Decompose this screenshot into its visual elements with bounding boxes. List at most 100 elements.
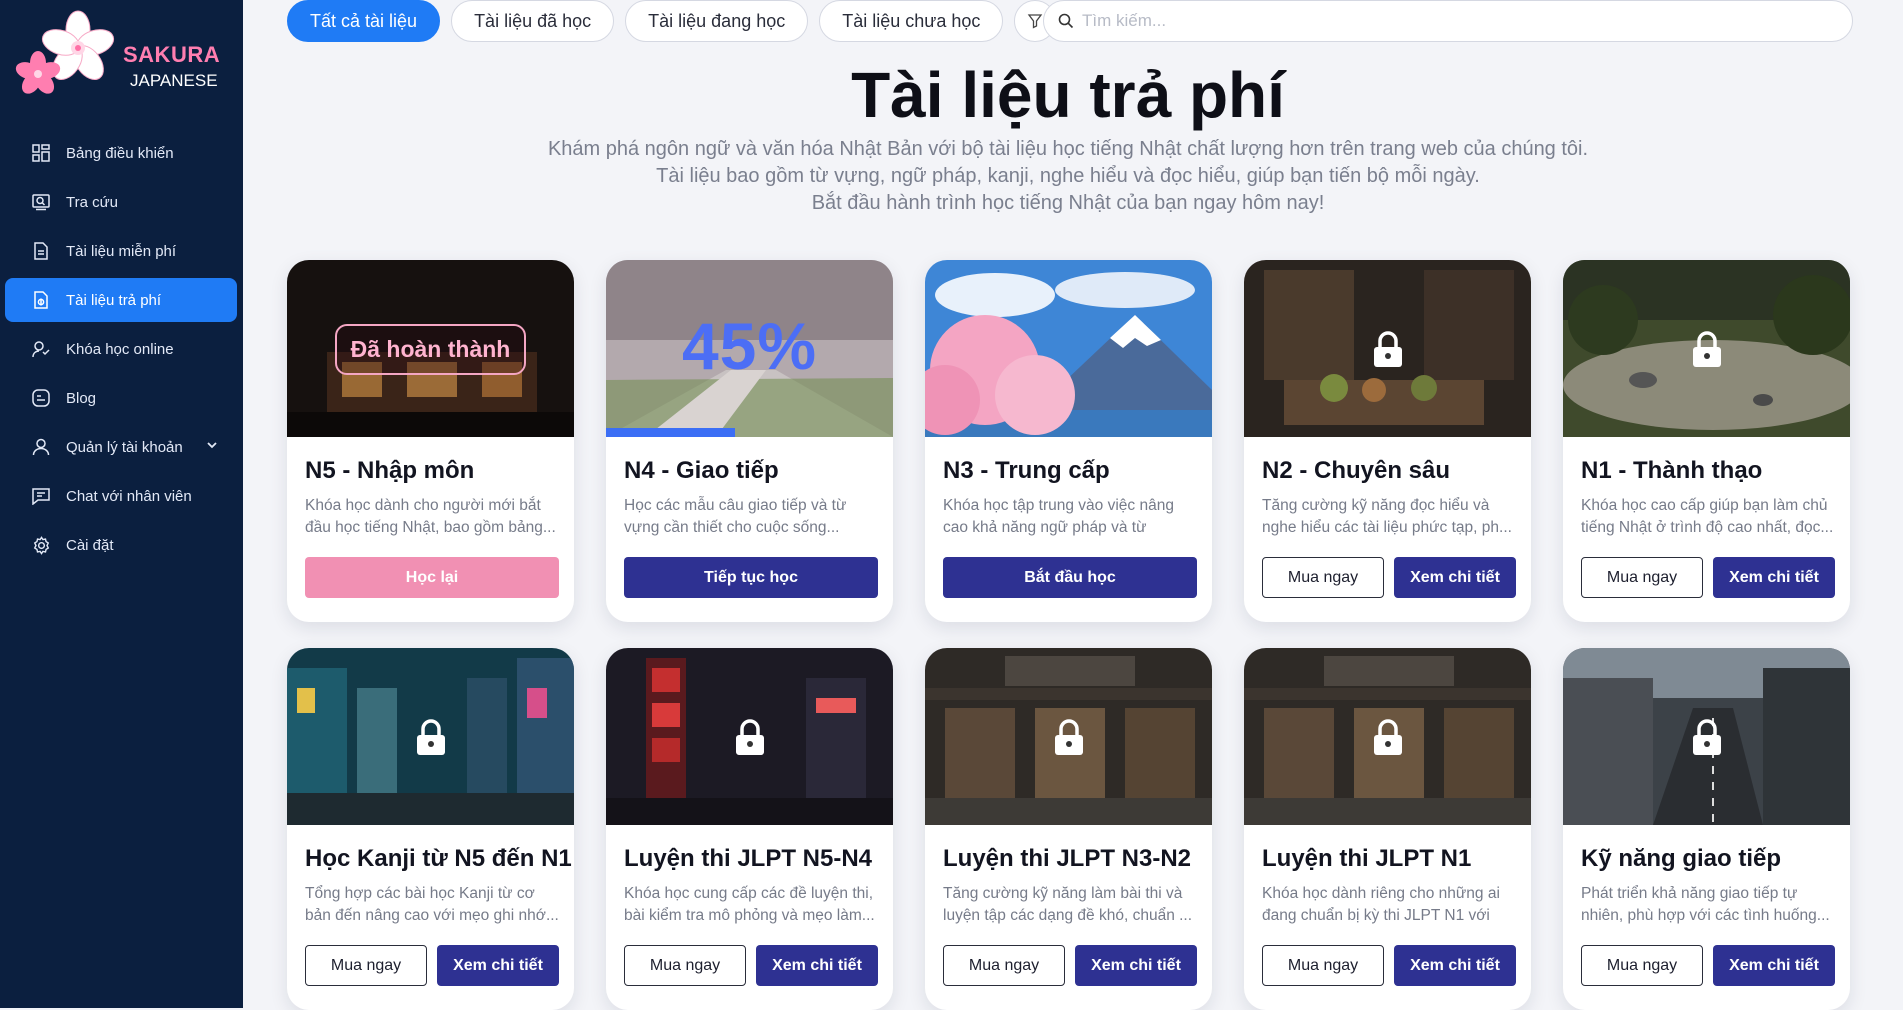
sidebar-item-account[interactable]: Quản lý tài khoản (5, 425, 237, 469)
sidebar-item-label: Quản lý tài khoản (66, 438, 183, 456)
page-subtitle: Khám phá ngôn ngữ và văn hóa Nhật Bản vớ… (243, 136, 1893, 217)
search-icon (1058, 13, 1074, 29)
progress-percent: 45% (681, 309, 818, 383)
buy-now-button[interactable]: Mua ngay (624, 945, 747, 986)
course-card[interactable]: Kỹ năng giao tiếp Phát triển khả năng gi… (1563, 648, 1850, 1010)
filter-icon (1028, 14, 1043, 29)
sidebar-item-label: Tài liệu trả phí (66, 291, 162, 309)
card-actions: Mua ngay Xem chi tiết (624, 945, 878, 987)
course-card[interactable]: N3 - Trung cấp Khóa học tập trung vào vi… (925, 260, 1212, 622)
view-details-button[interactable]: Xem chi tiết (1394, 557, 1516, 598)
sidebar-item-paid-documents[interactable]: Tài liệu trả phí (5, 278, 237, 322)
sidebar-item-free-documents[interactable]: Tài liệu miễn phí (5, 229, 237, 273)
filter-tabs: Tất cả tài liệu Tài liệu đã học Tài liệu… (287, 0, 1067, 42)
start-button[interactable]: Bắt đầu học (943, 557, 1197, 598)
course-title: N5 - Nhập môn (305, 457, 475, 484)
card-actions: Học lại (305, 557, 559, 599)
main-content: Tất cả tài liệu Tài liệu đã học Tài liệu… (243, 0, 1903, 1010)
view-details-button[interactable]: Xem chi tiết (1075, 945, 1197, 986)
sidebar-item-online-courses[interactable]: Khóa học online (5, 327, 237, 371)
course-description: Phát triển khả năng giao tiếp tự nhiên, … (1581, 885, 1830, 924)
course-description: Học các mẫu câu giao tiếp và từ vựng cần… (624, 497, 847, 536)
sidebar-item-settings[interactable]: Cài đặt (5, 523, 237, 567)
buy-now-button[interactable]: Mua ngay (1262, 945, 1385, 986)
course-title: Luyện thi JLPT N1 (1262, 845, 1472, 872)
course-description: Khóa học cung cấp các đề luyện thi, bài … (624, 885, 875, 924)
buy-now-button[interactable]: Mua ngay (1581, 945, 1704, 986)
course-description: Tổng hợp các bài học Kanji từ cơ bản đến… (305, 885, 559, 924)
tab-studying-documents[interactable]: Tài liệu đang học (625, 0, 809, 42)
view-details-button[interactable]: Xem chi tiết (756, 945, 878, 986)
course-card[interactable]: 45% N4 - Giao tiếp Học các mẫu câu giao … (606, 260, 893, 622)
card-actions: Mua ngay Xem chi tiết (1581, 557, 1835, 599)
buy-now-button[interactable]: Mua ngay (1581, 557, 1704, 598)
card-actions: Tiếp tục học (624, 557, 878, 599)
course-card[interactable]: Luyện thi JLPT N1 Khóa học dành riêng ch… (1244, 648, 1531, 1010)
tab-all-documents[interactable]: Tất cả tài liệu (287, 0, 441, 42)
card-actions: Mua ngay Xem chi tiết (1262, 557, 1516, 599)
document-icon (31, 241, 51, 261)
relearn-button[interactable]: Học lại (305, 557, 559, 598)
chevron-down-icon[interactable] (205, 438, 219, 456)
logo[interactable]: SAKURA JAPANESE (10, 8, 240, 108)
lock-icon (1692, 330, 1721, 367)
subtitle-line: Khám phá ngôn ngữ và văn hóa Nhật Bản vớ… (547, 138, 1589, 160)
sidebar-nav: Bảng điều khiển Tra cứu Tài liệu miễn ph… (0, 131, 243, 572)
course-card[interactable]: Luyện thi JLPT N5-N4 Khóa học cung cấp c… (606, 648, 893, 1010)
course-description: Khóa học dành cho người mới bắt đầu học … (305, 497, 556, 536)
course-title: Kỹ năng giao tiếp (1581, 845, 1782, 872)
sidebar-item-label: Cài đặt (66, 536, 114, 554)
course-thumbnail (287, 648, 574, 825)
lock-icon (1373, 718, 1402, 755)
view-details-button[interactable]: Xem chi tiết (1713, 557, 1835, 598)
card-actions: Mua ngay Xem chi tiết (1262, 945, 1516, 987)
course-title: Luyện thi JLPT N3-N2 (943, 845, 1192, 872)
card-actions: Mua ngay Xem chi tiết (1581, 945, 1835, 987)
sidebar-item-label: Bảng điều khiển (66, 144, 174, 162)
course-description: Khóa học dành riêng cho những ai đang ch… (1262, 885, 1500, 924)
search-input[interactable] (1082, 11, 1782, 31)
sidebar-item-dashboard[interactable]: Bảng điều khiển (5, 131, 237, 175)
course-card[interactable]: N1 - Thành thạo Khóa học cao cấp giúp bạ… (1563, 260, 1850, 622)
view-details-button[interactable]: Xem chi tiết (1394, 945, 1516, 986)
card-actions: Bắt đầu học (943, 557, 1197, 599)
buy-now-button[interactable]: Mua ngay (1262, 557, 1385, 598)
course-title: N1 - Thành thạo (1581, 457, 1763, 484)
course-title: N3 - Trung cấp (943, 457, 1110, 484)
course-title: N4 - Giao tiếp (624, 457, 779, 484)
buy-now-button[interactable]: Mua ngay (305, 945, 428, 986)
course-card[interactable]: Luyện thi JLPT N3-N2 Tăng cường kỹ năng … (925, 648, 1212, 1010)
search-book-icon (31, 192, 51, 212)
sidebar-item-blog[interactable]: Blog (5, 376, 237, 420)
course-card[interactable]: Học Kanji từ N5 đến N1 Tổng hợp các bài … (287, 648, 574, 1010)
buy-now-button[interactable]: Mua ngay (943, 945, 1066, 986)
view-details-button[interactable]: Xem chi tiết (1713, 945, 1835, 986)
subtitle-line: Tài liệu bao gồm từ vựng, ngữ pháp, kanj… (656, 165, 1480, 187)
card-actions: Mua ngay Xem chi tiết (943, 945, 1197, 987)
course-card[interactable]: N2 - Chuyên sâu Tăng cường kỹ năng đọc h… (1244, 260, 1531, 622)
chat-icon (31, 486, 51, 506)
lock-icon (416, 718, 445, 755)
course-title: Luyện thi JLPT N5-N4 (624, 845, 873, 872)
tab-unstudied-documents[interactable]: Tài liệu chưa học (819, 0, 1004, 42)
course-thumbnail: Đã hoàn thành (287, 260, 574, 437)
course-description: Khóa học tập trung vào việc nâng cao khả… (943, 497, 1174, 536)
course-description: Tăng cường kỹ năng làm bài thi và luyện … (943, 885, 1193, 924)
course-title: N2 - Chuyên sâu (1262, 457, 1451, 484)
search-bar[interactable] (1043, 0, 1853, 42)
view-details-button[interactable]: Xem chi tiết (437, 945, 559, 986)
page-title: Tài liệu trả phí (851, 59, 1285, 131)
sakura-logo-icon (15, 10, 115, 94)
tab-studied-documents[interactable]: Tài liệu đã học (451, 0, 615, 42)
continue-button[interactable]: Tiếp tục học (624, 557, 878, 598)
course-card[interactable]: Đã hoàn thành N5 - Nhập môn Khóa học dàn… (287, 260, 574, 622)
sidebar-item-label: Chat với nhân viên (66, 487, 192, 505)
course-thumbnail (925, 648, 1212, 825)
sidebar-item-chat[interactable]: Chat với nhân viên (5, 474, 237, 518)
sidebar: SAKURA JAPANESE Bảng điều khiển Tra cứu … (0, 0, 243, 1008)
brand-subname: JAPANESE (130, 71, 218, 90)
brand-name: SAKURA (123, 42, 221, 67)
lock-icon (1692, 718, 1721, 755)
user-icon (31, 437, 51, 457)
sidebar-item-lookup[interactable]: Tra cứu (5, 180, 237, 224)
